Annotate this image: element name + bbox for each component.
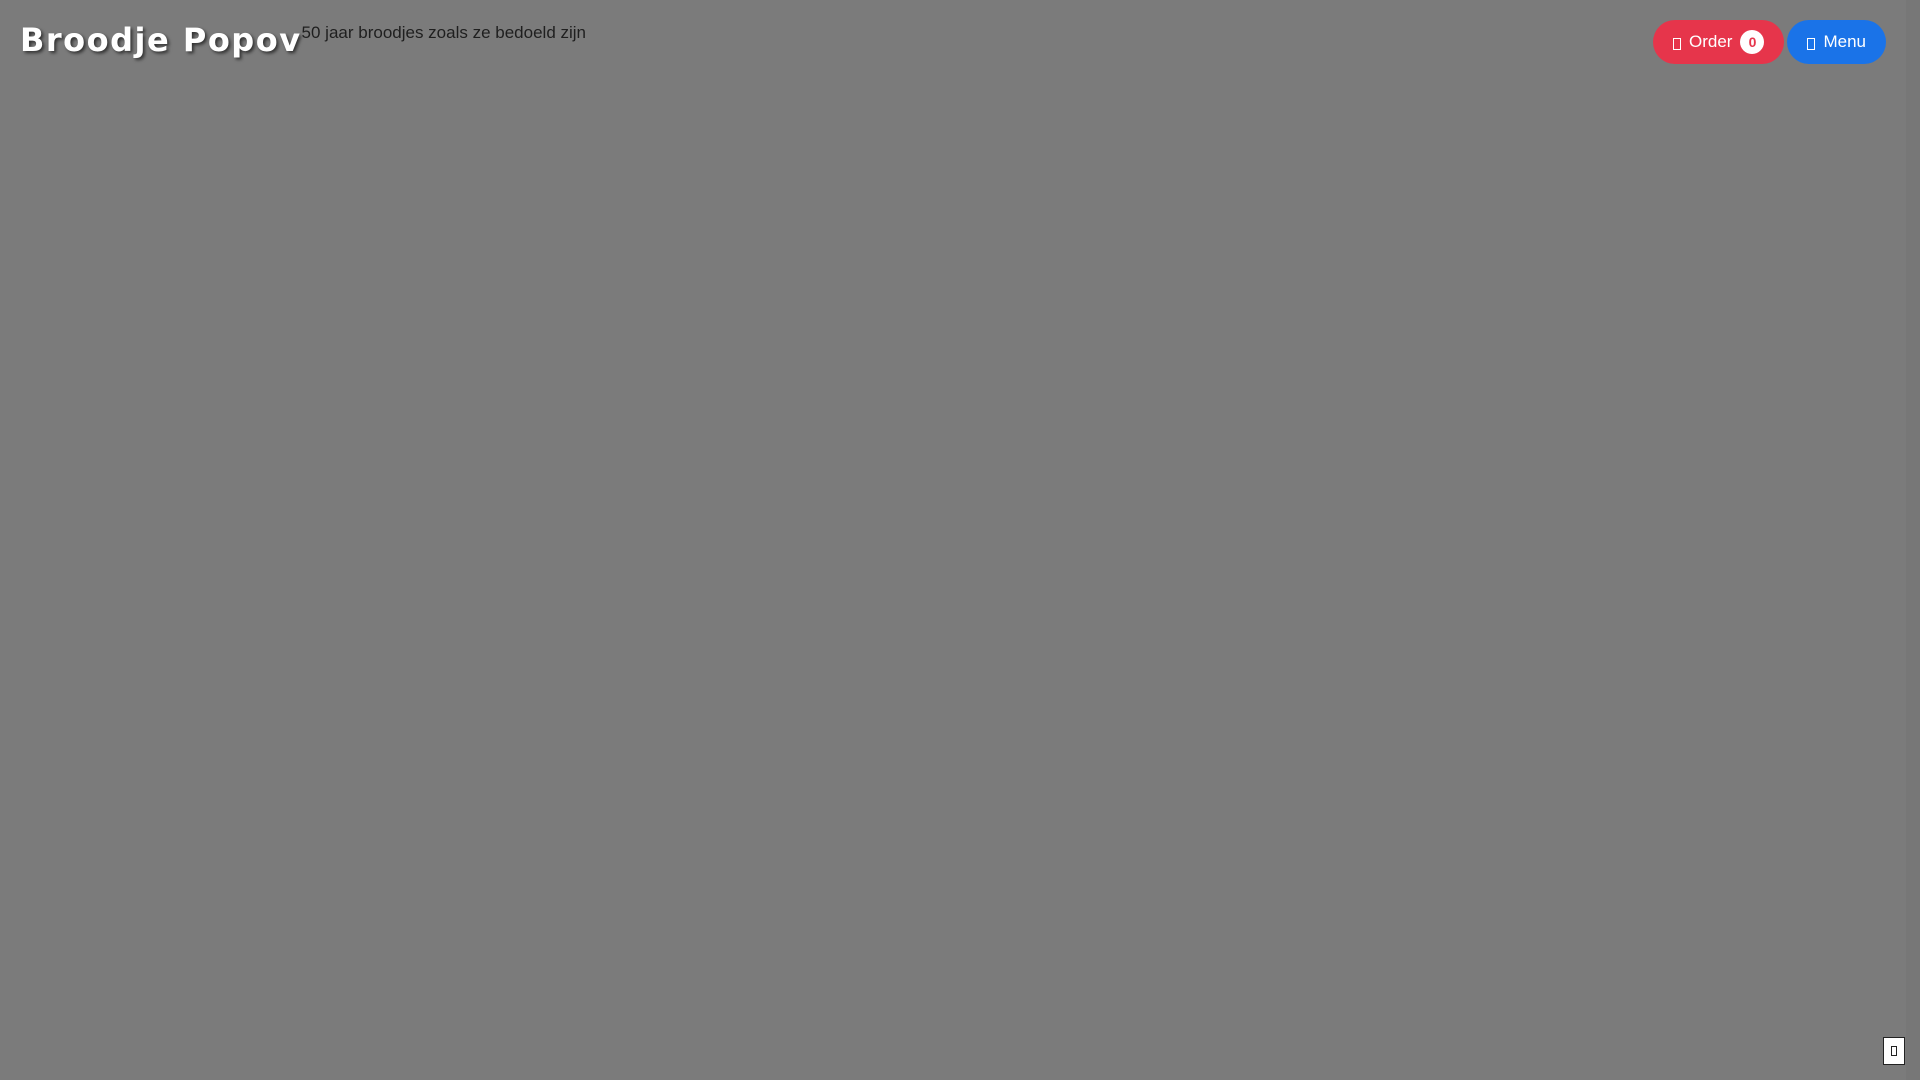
menu-icon <box>1807 37 1816 50</box>
brand: Broodje Popov 50 jaar broodjes zoals ze … <box>20 18 586 62</box>
scrollbar-track[interactable] <box>1906 0 1920 1080</box>
header-actions: Order 0 Menu <box>1653 20 1886 64</box>
cart-icon <box>1673 37 1681 50</box>
site-tagline: 50 jaar broodjes zoals ze bedoeld zijn <box>301 23 587 42</box>
order-count-badge: 0 <box>1740 30 1765 54</box>
site-title[interactable]: Broodje Popov <box>20 18 302 62</box>
arrow-up-icon <box>1891 1046 1897 1056</box>
page-overlay: Broodje Popov 50 jaar broodjes zoals ze … <box>0 0 1920 1080</box>
order-button-label: Order <box>1689 32 1733 51</box>
site-header: Broodje Popov 50 jaar broodjes zoals ze … <box>0 0 1906 80</box>
back-to-top-button[interactable] <box>1883 1037 1905 1065</box>
order-button[interactable]: Order 0 <box>1653 20 1785 64</box>
menu-button[interactable]: Menu <box>1787 20 1886 64</box>
menu-button-label: Menu <box>1823 32 1866 51</box>
